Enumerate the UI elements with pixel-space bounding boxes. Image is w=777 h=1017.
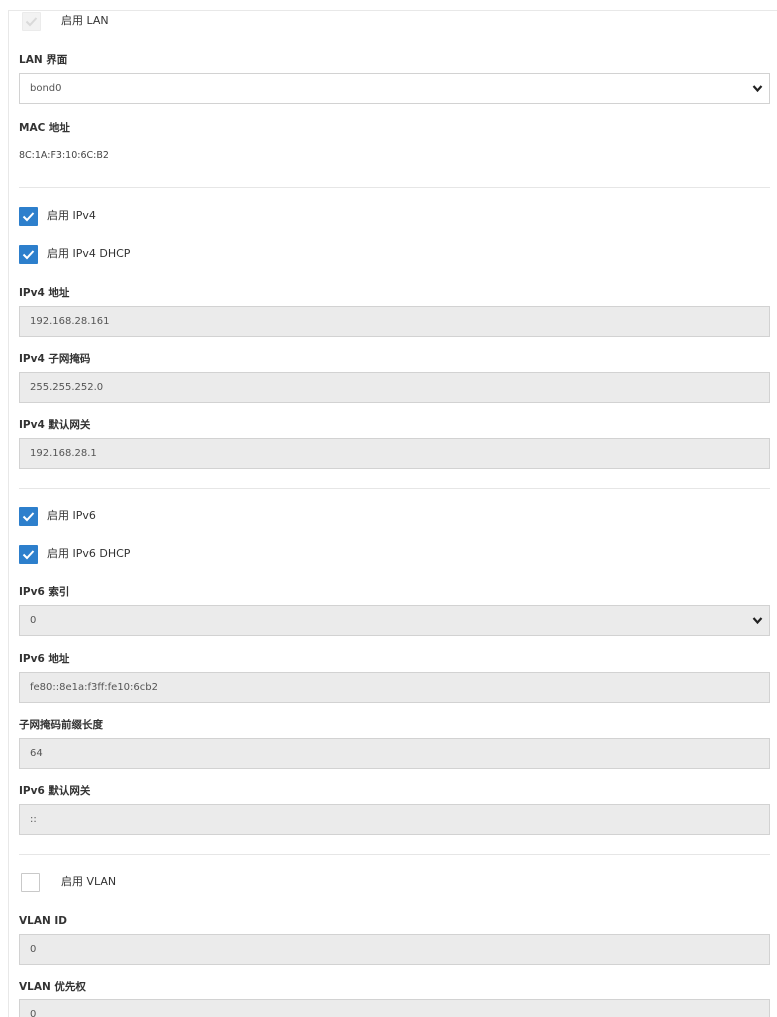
vlan-id-label: VLAN ID bbox=[19, 915, 68, 927]
enable-lan-label: 启用 LAN bbox=[61, 14, 109, 27]
ipv6-prefix-length-label: 子网掩码前缀长度 bbox=[19, 719, 103, 731]
ipv6-prefix-length-field[interactable]: 64 bbox=[19, 738, 770, 769]
lan-interface-select[interactable]: bond0 bbox=[19, 73, 770, 104]
chevron-down-icon bbox=[752, 85, 763, 93]
check-icon bbox=[22, 212, 35, 222]
lan-interface-label: LAN 界面 bbox=[19, 54, 68, 66]
enable-vlan-checkbox[interactable] bbox=[21, 873, 40, 892]
vlan-priority-label: VLAN 优先权 bbox=[19, 981, 86, 993]
ipv6-address-label: IPv6 地址 bbox=[19, 653, 70, 665]
chevron-down-icon bbox=[752, 617, 763, 625]
ipv4-subnet-mask-field[interactable]: 255.255.252.0 bbox=[19, 372, 770, 403]
ipv6-index-select[interactable]: 0 bbox=[19, 605, 770, 636]
lan-interface-value: bond0 bbox=[30, 83, 62, 94]
enable-ipv6-dhcp-label: 启用 IPv6 DHCP bbox=[47, 547, 131, 560]
settings-panel bbox=[8, 10, 777, 1017]
ipv6-index-value: 0 bbox=[30, 615, 37, 626]
enable-lan-checkbox[interactable] bbox=[22, 12, 41, 31]
ipv4-gateway-label: IPv4 默认网关 bbox=[19, 419, 91, 431]
enable-ipv4-label: 启用 IPv4 bbox=[47, 209, 96, 222]
enable-ipv4-dhcp-label: 启用 IPv4 DHCP bbox=[47, 247, 131, 260]
ipv6-address-field[interactable]: fe80::8e1a:f3ff:fe10:6cb2 bbox=[19, 672, 770, 703]
check-icon bbox=[22, 512, 35, 522]
vlan-priority-field[interactable]: 0 bbox=[19, 999, 770, 1017]
section-divider bbox=[19, 854, 770, 855]
check-icon bbox=[25, 17, 38, 27]
ipv4-address-label: IPv4 地址 bbox=[19, 287, 70, 299]
enable-ipv4-checkbox[interactable] bbox=[19, 207, 38, 226]
enable-ipv4-dhcp-checkbox[interactable] bbox=[19, 245, 38, 264]
ipv6-gateway-label: IPv6 默认网关 bbox=[19, 785, 91, 797]
ipv6-gateway-field[interactable]: :: bbox=[19, 804, 770, 835]
check-icon bbox=[22, 550, 35, 560]
enable-ipv6-checkbox[interactable] bbox=[19, 507, 38, 526]
enable-vlan-label: 启用 VLAN bbox=[61, 875, 117, 888]
mac-address-label: MAC 地址 bbox=[19, 122, 70, 134]
mac-address-value: 8C:1A:F3:10:6C:B2 bbox=[19, 150, 109, 161]
ipv4-address-field[interactable]: 192.168.28.161 bbox=[19, 306, 770, 337]
enable-ipv6-label: 启用 IPv6 bbox=[47, 509, 96, 522]
enable-ipv6-dhcp-checkbox[interactable] bbox=[19, 545, 38, 564]
section-divider bbox=[19, 187, 770, 188]
section-divider bbox=[19, 488, 770, 489]
vlan-id-field[interactable]: 0 bbox=[19, 934, 770, 965]
ipv4-gateway-field[interactable]: 192.168.28.1 bbox=[19, 438, 770, 469]
ipv6-index-label: IPv6 索引 bbox=[19, 586, 70, 598]
ipv4-subnet-mask-label: IPv4 子网掩码 bbox=[19, 353, 91, 365]
check-icon bbox=[22, 250, 35, 260]
